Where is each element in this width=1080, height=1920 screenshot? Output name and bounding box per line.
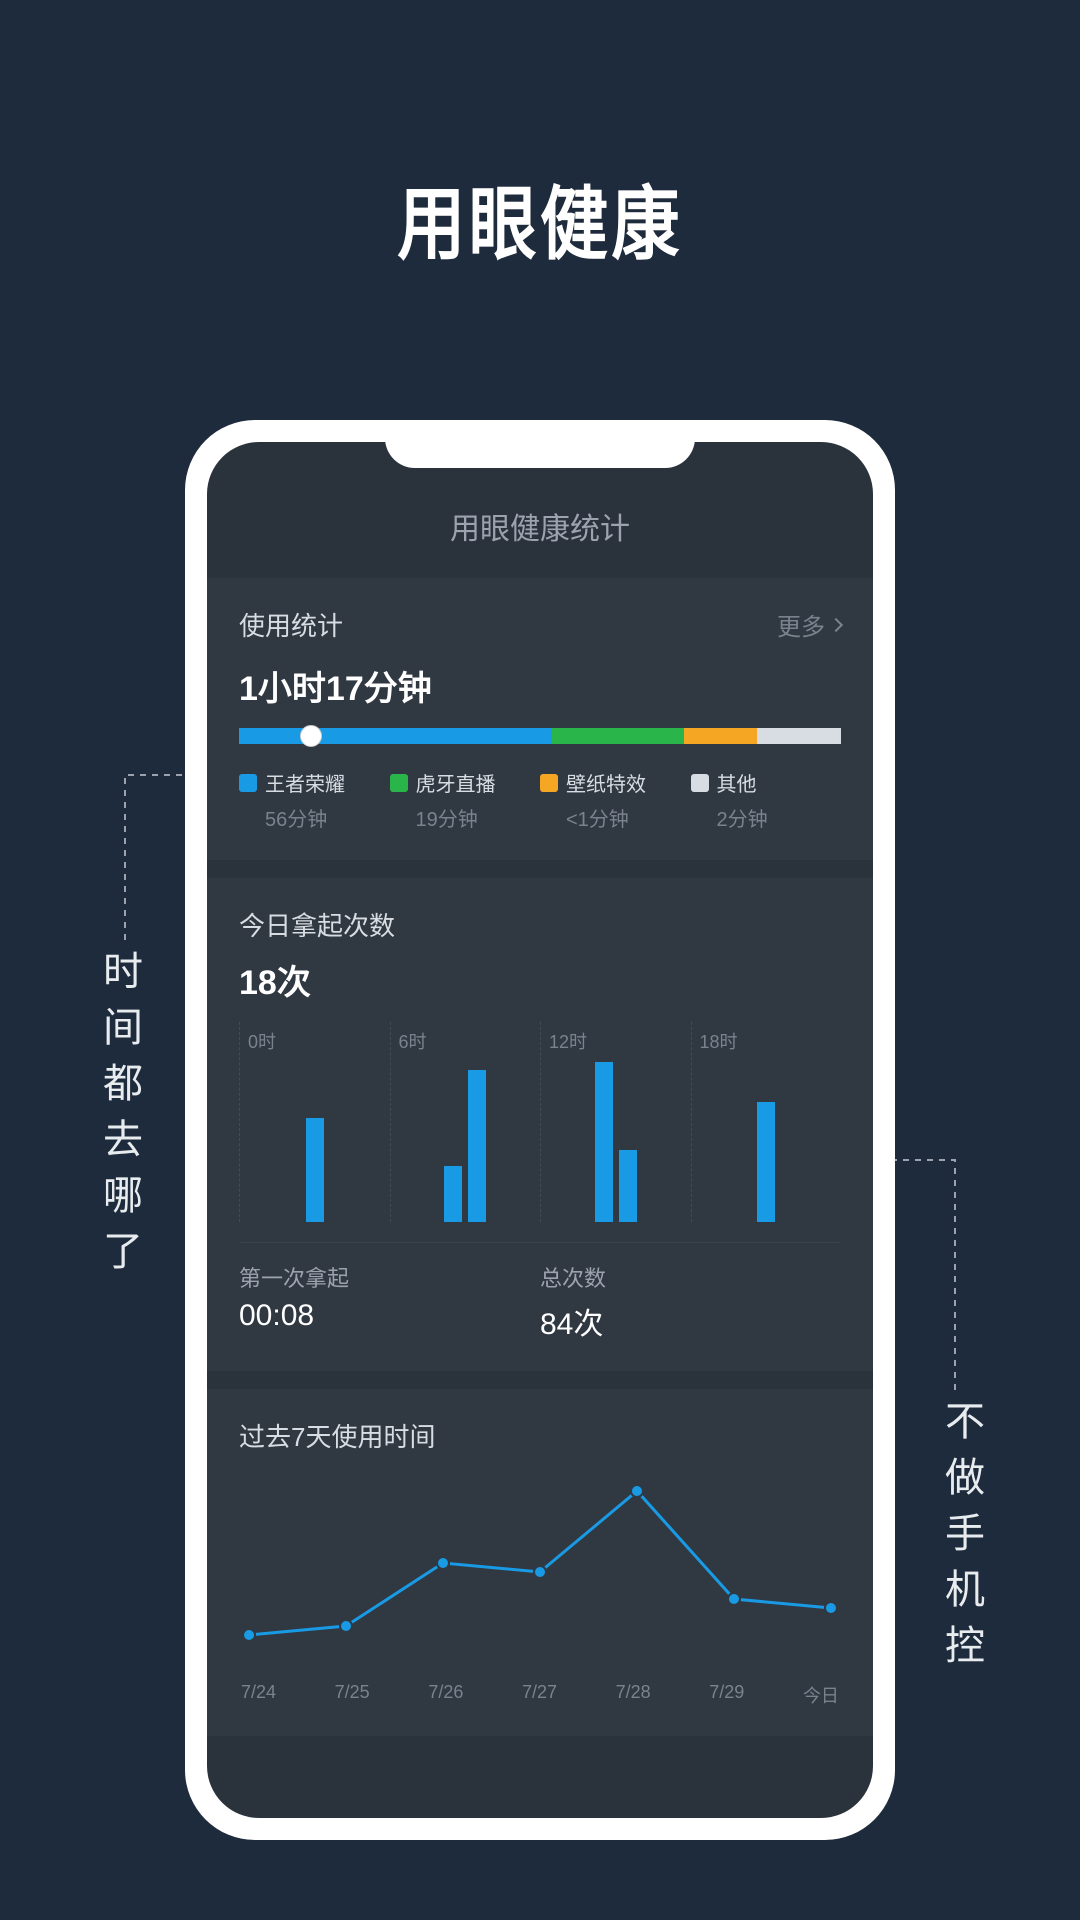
legend-value: <1分钟 [566,803,691,832]
legend-value: 2分钟 [717,803,842,832]
legend-label: 其他 [717,768,757,797]
legend-item-2: 壁纸特效 <1分钟 [540,768,691,832]
pickup-bar-chart: 0时6时12时18时 [239,1022,841,1222]
usage-stats-card: 使用统计 更多 1小时17分钟 王者荣耀 56分钟 [207,578,873,860]
phone-frame: 用眼健康统计 使用统计 更多 1小时17分钟 王者荣耀 [185,420,895,1840]
first-pickup-label: 第一次拿起 [239,1261,540,1293]
legend-value: 56分钟 [265,803,390,832]
phone-notch [385,420,695,468]
more-button[interactable]: 更多 [777,607,841,642]
slider-handle-icon[interactable] [300,725,322,747]
legend-item-0: 王者荣耀 56分钟 [239,768,390,832]
chevron-right-icon [829,617,843,631]
phone-screen: 用眼健康统计 使用统计 更多 1小时17分钟 王者荣耀 [207,442,873,1818]
pickup-card-title: 今日拿起次数 [239,906,841,943]
usage-legend: 王者荣耀 56分钟 虎牙直播 19分钟 壁纸特效 <1分钟 其他 2分钟 [239,768,841,832]
pickup-count: 18次 [239,955,841,1004]
legend-swatch-icon [691,774,709,792]
weekly-line-chart [239,1472,841,1672]
segment-3 [757,728,841,744]
page-title: 用眼健康 [81,160,999,276]
pickup-card: 今日拿起次数 18次 0时6时12时18时 第一次拿起 00:08 总次数 84… [207,878,873,1371]
weekly-card: 过去7天使用时间 7/247/257/267/277/287/29今日 [207,1389,873,1736]
first-pickup-value: 00:08 [239,1299,540,1333]
total-pickup-value: 84次 [540,1299,841,1343]
total-pickup-block: 总次数 84次 [540,1261,841,1343]
total-pickup-label: 总次数 [540,1261,841,1293]
more-label: 更多 [777,607,825,642]
usage-stacked-bar[interactable] [239,728,841,744]
legend-label: 王者荣耀 [265,768,345,797]
line-x-labels: 7/247/257/267/277/287/29今日 [239,1682,841,1708]
legend-value: 19分钟 [416,803,541,832]
legend-label: 虎牙直播 [416,768,496,797]
first-pickup-block: 第一次拿起 00:08 [239,1261,540,1343]
legend-item-3: 其他 2分钟 [691,768,842,832]
segment-2 [684,728,756,744]
legend-item-1: 虎牙直播 19分钟 [390,768,541,832]
legend-label: 壁纸特效 [566,768,646,797]
side-caption-right: 不做手机控 [932,1400,990,1680]
usage-card-title: 使用统计 [239,606,343,643]
weekly-card-title: 过去7天使用时间 [239,1417,841,1454]
legend-swatch-icon [540,774,558,792]
segment-1 [552,728,684,744]
side-caption-left: 时间都去哪了 [90,950,148,1286]
legend-swatch-icon [239,774,257,792]
legend-swatch-icon [390,774,408,792]
total-usage-time: 1小时17分钟 [239,661,841,710]
segment-0 [239,728,552,744]
